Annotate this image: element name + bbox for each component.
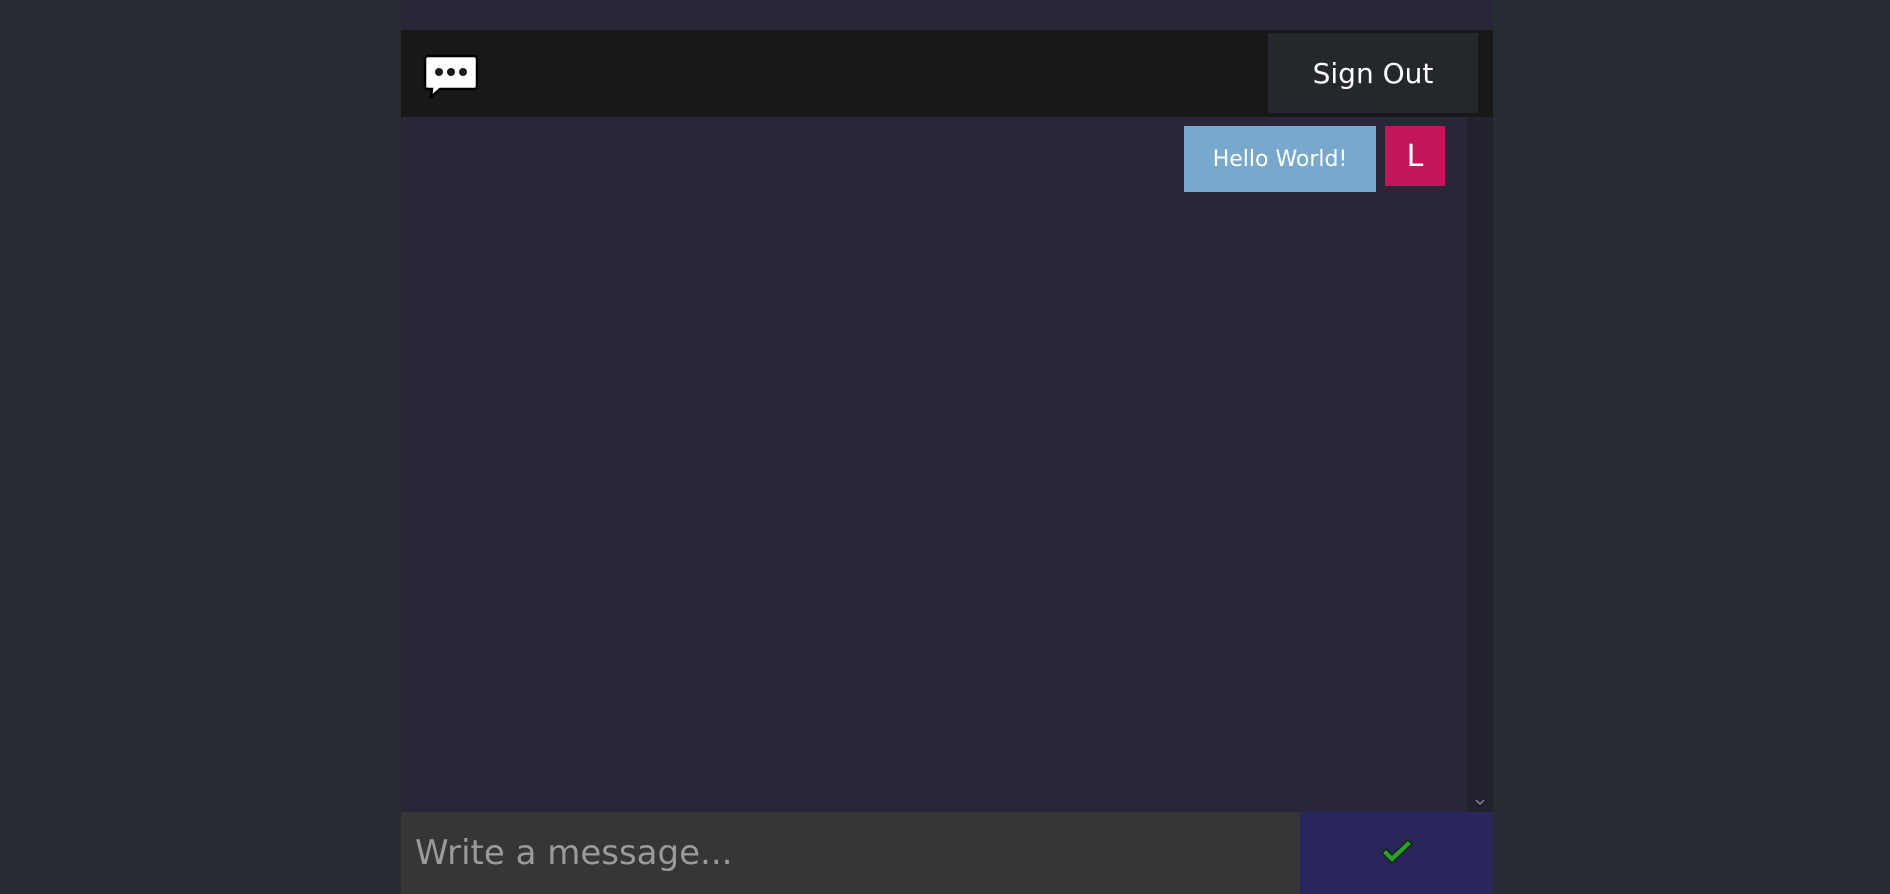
chat-app: Sign Out Hello World! L — [401, 0, 1493, 894]
avatar: L — [1385, 126, 1445, 186]
message-composer — [401, 812, 1493, 894]
message-bubble: Hello World! — [1184, 126, 1376, 192]
sign-out-button[interactable]: Sign Out — [1268, 33, 1478, 113]
send-button[interactable] — [1300, 812, 1493, 894]
checkmark-icon — [1380, 838, 1414, 869]
chat-bubble-icon — [423, 53, 479, 101]
message-list-scrollbar[interactable] — [1467, 117, 1493, 812]
chevron-down-icon[interactable] — [1473, 794, 1487, 808]
app-header: Sign Out — [401, 30, 1493, 117]
message-list[interactable]: Hello World! L — [401, 117, 1467, 812]
message-input[interactable] — [401, 812, 1300, 894]
